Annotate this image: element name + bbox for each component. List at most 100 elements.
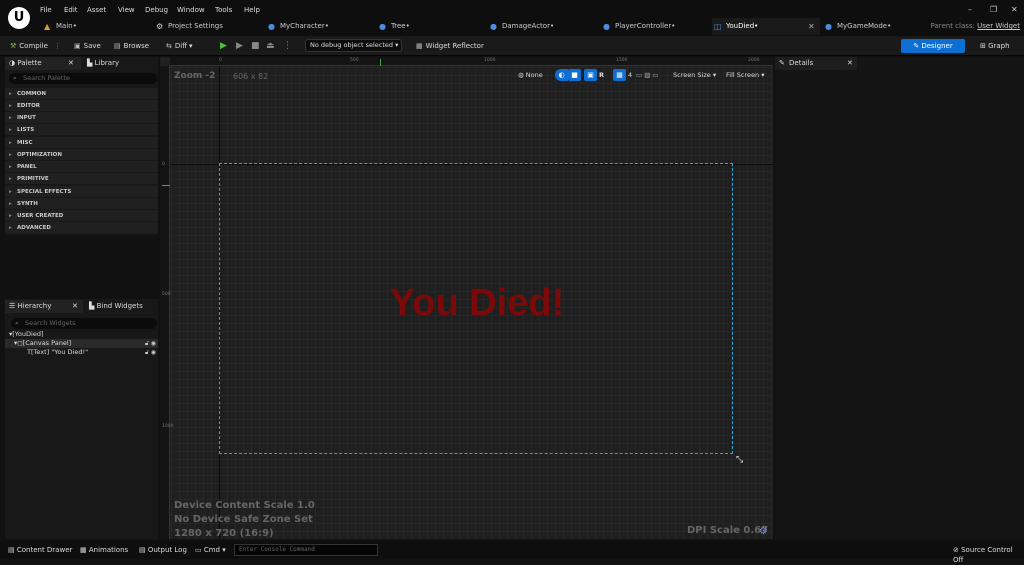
link-icon: ▙	[89, 302, 97, 310]
tab-label: Main•	[56, 22, 77, 30]
output-log-button[interactable]: ▤ Output Log	[139, 545, 187, 555]
hierarchy-search-input[interactable]: ⌕ Search Widgets	[11, 318, 157, 329]
console-input[interactable]: Enter Console Command	[234, 544, 378, 556]
tab-damageactor[interactable]: ● DamageActor•	[490, 18, 595, 35]
play-icon[interactable]: ▶	[220, 41, 227, 51]
layout-icons[interactable]: ▭ ▨ ▭	[636, 69, 659, 81]
terminal-icon: ▭	[195, 546, 204, 554]
palette-search-input[interactable]: ⌕ Search Palette	[9, 73, 157, 84]
animations-button[interactable]: ▦ Animations	[80, 545, 128, 555]
tab-label: PlayerController•	[615, 22, 676, 30]
hierarchy-item-canvas-panel[interactable]: ▾◻[Canvas Panel] 🔓︎ ◉	[5, 339, 158, 348]
eject-icon[interactable]: ⏏	[266, 41, 275, 51]
tab-youdied[interactable]: ◫ YouDied• ✕	[712, 18, 820, 35]
designer-viewport[interactable]: 0 500 1000 1500 2000 0 500 1000 Zoom -2 …	[160, 57, 773, 539]
lock-icon[interactable]: ■	[568, 69, 581, 81]
menu-asset[interactable]: Asset	[87, 6, 106, 14]
hierarchy-item-youdied[interactable]: ▾[YouDied]	[5, 330, 158, 339]
category-user-created[interactable]: USER CREATED	[5, 210, 158, 222]
dpi-settings-gear-icon[interactable]: ⚙	[759, 526, 768, 537]
menu-tools[interactable]: Tools	[215, 6, 232, 14]
menu-window[interactable]: Window	[177, 6, 205, 14]
visibility-eye-icon[interactable]: ◉	[151, 349, 156, 356]
category-advanced[interactable]: ADVANCED	[5, 222, 158, 234]
compile-button[interactable]: ⚒ Compile	[10, 40, 48, 52]
content-drawer-button[interactable]: ▤ Content Drawer	[8, 545, 72, 555]
menu-view[interactable]: View	[118, 6, 135, 14]
chevron-down-icon: ▾	[222, 546, 226, 554]
tab-main[interactable]: ▲ Main•	[44, 18, 152, 35]
ruler-vertical: 0 500 1000	[160, 66, 173, 539]
tab-details[interactable]: ✎ Details ✕	[775, 57, 857, 70]
step-icon[interactable]: ▶	[236, 41, 243, 51]
tab-hierarchy[interactable]: ☰ Hierarchy ✕	[5, 300, 83, 313]
tab-project-settings[interactable]: ⚙ Project Settings	[156, 18, 264, 35]
menu-help[interactable]: Help	[244, 6, 260, 14]
category-primitive[interactable]: PRIMITIVE	[5, 173, 158, 185]
resize-handle-icon[interactable]: ⤡	[736, 455, 743, 465]
category-misc[interactable]: MISC	[5, 137, 158, 149]
minimize-icon[interactable]: –	[968, 5, 972, 14]
tab-bind-widgets[interactable]: ▙ Bind Widgets	[87, 300, 143, 313]
stop-icon[interactable]: ■	[251, 41, 260, 51]
close-icon[interactable]: ✕	[847, 57, 853, 70]
debug-object-select[interactable]: No debug object selected ▾	[305, 39, 402, 52]
canvas-panel-outline[interactable]: You Died!	[219, 163, 733, 454]
zoom-level: Zoom -2	[174, 71, 216, 81]
animation-icon: ▦	[80, 546, 89, 554]
grid-size[interactable]: 4	[628, 69, 632, 81]
parent-class-link[interactable]: User Widget	[977, 22, 1020, 30]
lock-icon[interactable]: 🔓︎	[145, 340, 149, 347]
browse-button[interactable]: ▤ Browse	[114, 40, 149, 52]
hierarchy-item-text[interactable]: T[Text] "You Died!" 🔓︎ ◉	[5, 348, 158, 357]
fill-screen-select[interactable]: Fill Screen ▾	[726, 69, 764, 81]
source-control-button[interactable]: ⊘ Source Control Off	[953, 545, 1024, 565]
library-icon: ▙	[87, 59, 95, 67]
widget-reflector-button[interactable]: ▦ Widget Reflector	[416, 40, 484, 52]
visibility-eye-icon[interactable]: ◉	[151, 340, 156, 347]
screen-size-select[interactable]: Screen Size ▾	[673, 69, 716, 81]
category-common[interactable]: COMMON	[5, 88, 158, 100]
reflector-icon: ▦	[416, 42, 423, 50]
tab-playercontroller[interactable]: ● PlayerController•	[603, 18, 708, 35]
diff-button[interactable]: ⇆ Diff ▾	[166, 40, 193, 52]
graph-button[interactable]: ⊞ Graph	[980, 39, 1010, 53]
hierarchy-item-label: [Canvas Panel]	[22, 339, 72, 347]
r-toggle[interactable]: R	[599, 69, 604, 81]
tab-mygamemode[interactable]: ● MyGameMode•	[825, 18, 920, 35]
grid-snap-icon[interactable]: ▦	[613, 69, 626, 81]
menu-debug[interactable]: Debug	[145, 6, 168, 14]
respect-locks-icon[interactable]: ▣	[584, 69, 597, 81]
play-options-icon[interactable]: ⋮	[283, 41, 292, 51]
save-button[interactable]: ▣ Save	[74, 40, 101, 52]
category-panel[interactable]: PANEL	[5, 161, 158, 173]
category-input[interactable]: INPUT	[5, 112, 158, 124]
tab-library[interactable]: ▙ Library	[85, 57, 119, 70]
category-lists[interactable]: LISTS	[5, 124, 158, 136]
toggle-icon[interactable]: ◐	[555, 69, 568, 81]
menu-edit[interactable]: Edit	[64, 6, 78, 14]
unreal-logo-icon[interactable]: U	[8, 7, 30, 29]
close-icon[interactable]: ✕	[68, 57, 74, 70]
lock-icon[interactable]: 🔓︎	[145, 349, 149, 356]
restore-icon[interactable]: ❐	[990, 5, 997, 14]
tab-palette[interactable]: ◑ Palette ✕	[5, 57, 81, 70]
close-tab-icon[interactable]: ✕	[808, 18, 815, 35]
compile-options-icon[interactable]: ⋮	[54, 40, 61, 52]
category-editor[interactable]: EDITOR	[5, 100, 158, 112]
close-window-icon[interactable]: ✕	[1011, 5, 1018, 14]
tab-mycharacter[interactable]: ● MyCharacter•	[268, 18, 373, 35]
dpi-scale: DPI Scale 0.67	[687, 525, 769, 536]
source-control-icon: ⊘	[953, 546, 962, 554]
localization-button[interactable]: ◍ None	[518, 69, 543, 81]
hierarchy-search-placeholder: Search Widgets	[25, 319, 76, 327]
cmd-select[interactable]: ▭ Cmd ▾	[195, 545, 226, 555]
close-icon[interactable]: ✕	[72, 300, 78, 313]
category-special-effects[interactable]: SPECIAL EFFECTS	[5, 186, 158, 198]
menu-file[interactable]: File	[40, 6, 52, 14]
category-optimization[interactable]: OPTIMIZATION	[5, 149, 158, 161]
category-synth[interactable]: SYNTH	[5, 198, 158, 210]
designer-button[interactable]: ✎ Designer	[901, 39, 965, 53]
you-died-text-widget[interactable]: You Died!	[220, 282, 734, 325]
tab-tree[interactable]: ● Tree•	[379, 18, 484, 35]
